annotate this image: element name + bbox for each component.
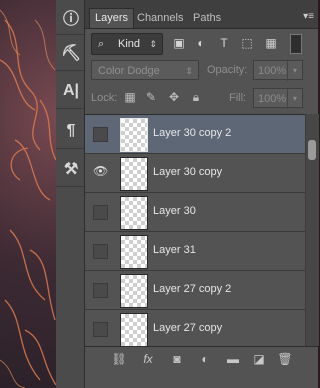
info-icon[interactable]: ⓘ: [56, 0, 86, 35]
visibility-toggle[interactable]: [93, 322, 108, 337]
fx-icon[interactable]: fx: [140, 351, 156, 367]
tab-paths[interactable]: Paths: [188, 9, 226, 28]
pixel-layer-filter-icon[interactable]: ▣: [171, 35, 187, 51]
layer-name: Layer 30 copy: [153, 166, 223, 178]
layers-list: Layer 30 copy 2 👁︎ Layer 30 copy Layer 3…: [85, 114, 305, 349]
layer-row[interactable]: Layer 30: [85, 193, 305, 232]
new-layer-icon[interactable]: ◪: [251, 351, 267, 367]
layer-name: Layer 30 copy 2: [153, 127, 232, 139]
filter-row: ⌕ Kind ⇕ ▣ ◐ T ⬚ ▦: [85, 33, 318, 55]
fill-label: Fill:: [229, 92, 247, 104]
layer-row[interactable]: Layer 27 copy: [85, 310, 305, 349]
shape-layer-filter-icon[interactable]: ⬚: [239, 35, 255, 51]
layer-thumbnail: [120, 274, 148, 308]
lock-all-icon[interactable]: 🔒︎: [189, 90, 203, 104]
trash-icon[interactable]: 🗑︎: [277, 351, 293, 367]
layer-name: Layer 27 copy: [153, 322, 223, 334]
search-icon: ⌕: [98, 38, 105, 50]
smart-object-filter-icon[interactable]: ▦: [263, 35, 279, 51]
layer-thumbnail: [120, 157, 148, 191]
tool-presets-icon[interactable]: ⚒: [56, 152, 86, 187]
blend-row: Color Dodge ⇕ Opacity: 100% ▾: [85, 60, 318, 84]
lock-image-pixels-icon[interactable]: ✎: [144, 90, 158, 104]
opacity-field[interactable]: 100% ▾: [253, 60, 303, 81]
folder-icon[interactable]: ▬: [225, 351, 241, 367]
layer-thumbnail: [120, 313, 148, 347]
fill-field[interactable]: 100% ▾: [253, 88, 303, 109]
lock-position-icon[interactable]: ✥: [167, 90, 181, 104]
layer-name: Layer 31: [153, 244, 196, 256]
paragraph-icon[interactable]: ¶: [56, 114, 86, 149]
fill-value: 100%: [258, 93, 287, 105]
scrollbar-thumb[interactable]: [308, 140, 316, 160]
brush-preset-icon[interactable]: ⛏: [56, 36, 86, 71]
layer-name: Layer 30: [153, 205, 196, 217]
updown-arrow-icon: ⇕: [149, 39, 157, 49]
adjustment-layer-filter-icon[interactable]: ◐: [193, 35, 209, 51]
opacity-label: Opacity:: [207, 64, 248, 76]
layer-name: Layer 27 copy 2: [153, 283, 232, 295]
layers-panel: Layers Channels Paths ▾≡ ⌕ Kind ⇕ ▣ ◐ T …: [84, 0, 319, 388]
character-icon[interactable]: A|: [56, 74, 86, 109]
lock-transparent-pixels-icon[interactable]: ▦: [123, 90, 137, 104]
lock-row: Lock: ▦ ✎ ✥ 🔒︎ Fill: 100% ▾: [85, 88, 318, 110]
eye-icon[interactable]: 👁︎: [93, 164, 108, 178]
tab-layers[interactable]: Layers: [89, 8, 135, 28]
blend-mode-select[interactable]: Color Dodge ⇕: [91, 60, 199, 80]
layer-row[interactable]: 👁︎ Layer 30 copy: [85, 154, 305, 193]
adjustment-layer-icon[interactable]: ◐: [197, 351, 213, 367]
filter-kind-label: Kind: [118, 38, 141, 50]
layer-row[interactable]: Layer 31: [85, 232, 305, 271]
panel-menu-icon[interactable]: ▾≡: [303, 11, 314, 22]
updown-arrow-icon: ⇕: [185, 66, 193, 76]
tab-channels[interactable]: Channels: [132, 9, 188, 28]
type-layer-filter-icon[interactable]: T: [216, 35, 232, 51]
link-layers-icon[interactable]: ⛓: [111, 351, 127, 367]
panel-tabs: Layers Channels Paths ▾≡: [85, 0, 318, 29]
visibility-toggle[interactable]: [93, 244, 108, 259]
layer-thumbnail: [120, 196, 148, 230]
layer-thumbnail: [120, 118, 148, 152]
opacity-value: 100%: [258, 65, 287, 77]
layer-row[interactable]: Layer 27 copy 2: [85, 271, 305, 310]
layers-bottom-toolbar: ⛓ fx ◙ ◐ ▬ ◪ 🗑︎: [85, 346, 318, 371]
dropdown-arrow-icon[interactable]: ▾: [287, 89, 302, 109]
filter-kind-select[interactable]: ⌕ Kind ⇕: [91, 33, 163, 55]
visibility-toggle[interactable]: [93, 127, 108, 142]
lock-label: Lock:: [91, 92, 118, 104]
layer-thumbnail: [120, 235, 148, 269]
layers-scrollbar[interactable]: [305, 114, 319, 346]
filter-toggle-switch[interactable]: [290, 34, 302, 54]
blend-mode-value: Color Dodge: [98, 65, 160, 77]
layer-row[interactable]: Layer 30 copy 2: [85, 115, 305, 154]
visibility-toggle[interactable]: [93, 205, 108, 220]
layer-mask-icon[interactable]: ◙: [169, 351, 185, 367]
visibility-toggle[interactable]: [93, 283, 108, 298]
panel-icon-strip: ⓘ ⛏ A| ¶ ⚒: [56, 0, 87, 388]
dropdown-arrow-icon[interactable]: ▾: [287, 61, 302, 81]
